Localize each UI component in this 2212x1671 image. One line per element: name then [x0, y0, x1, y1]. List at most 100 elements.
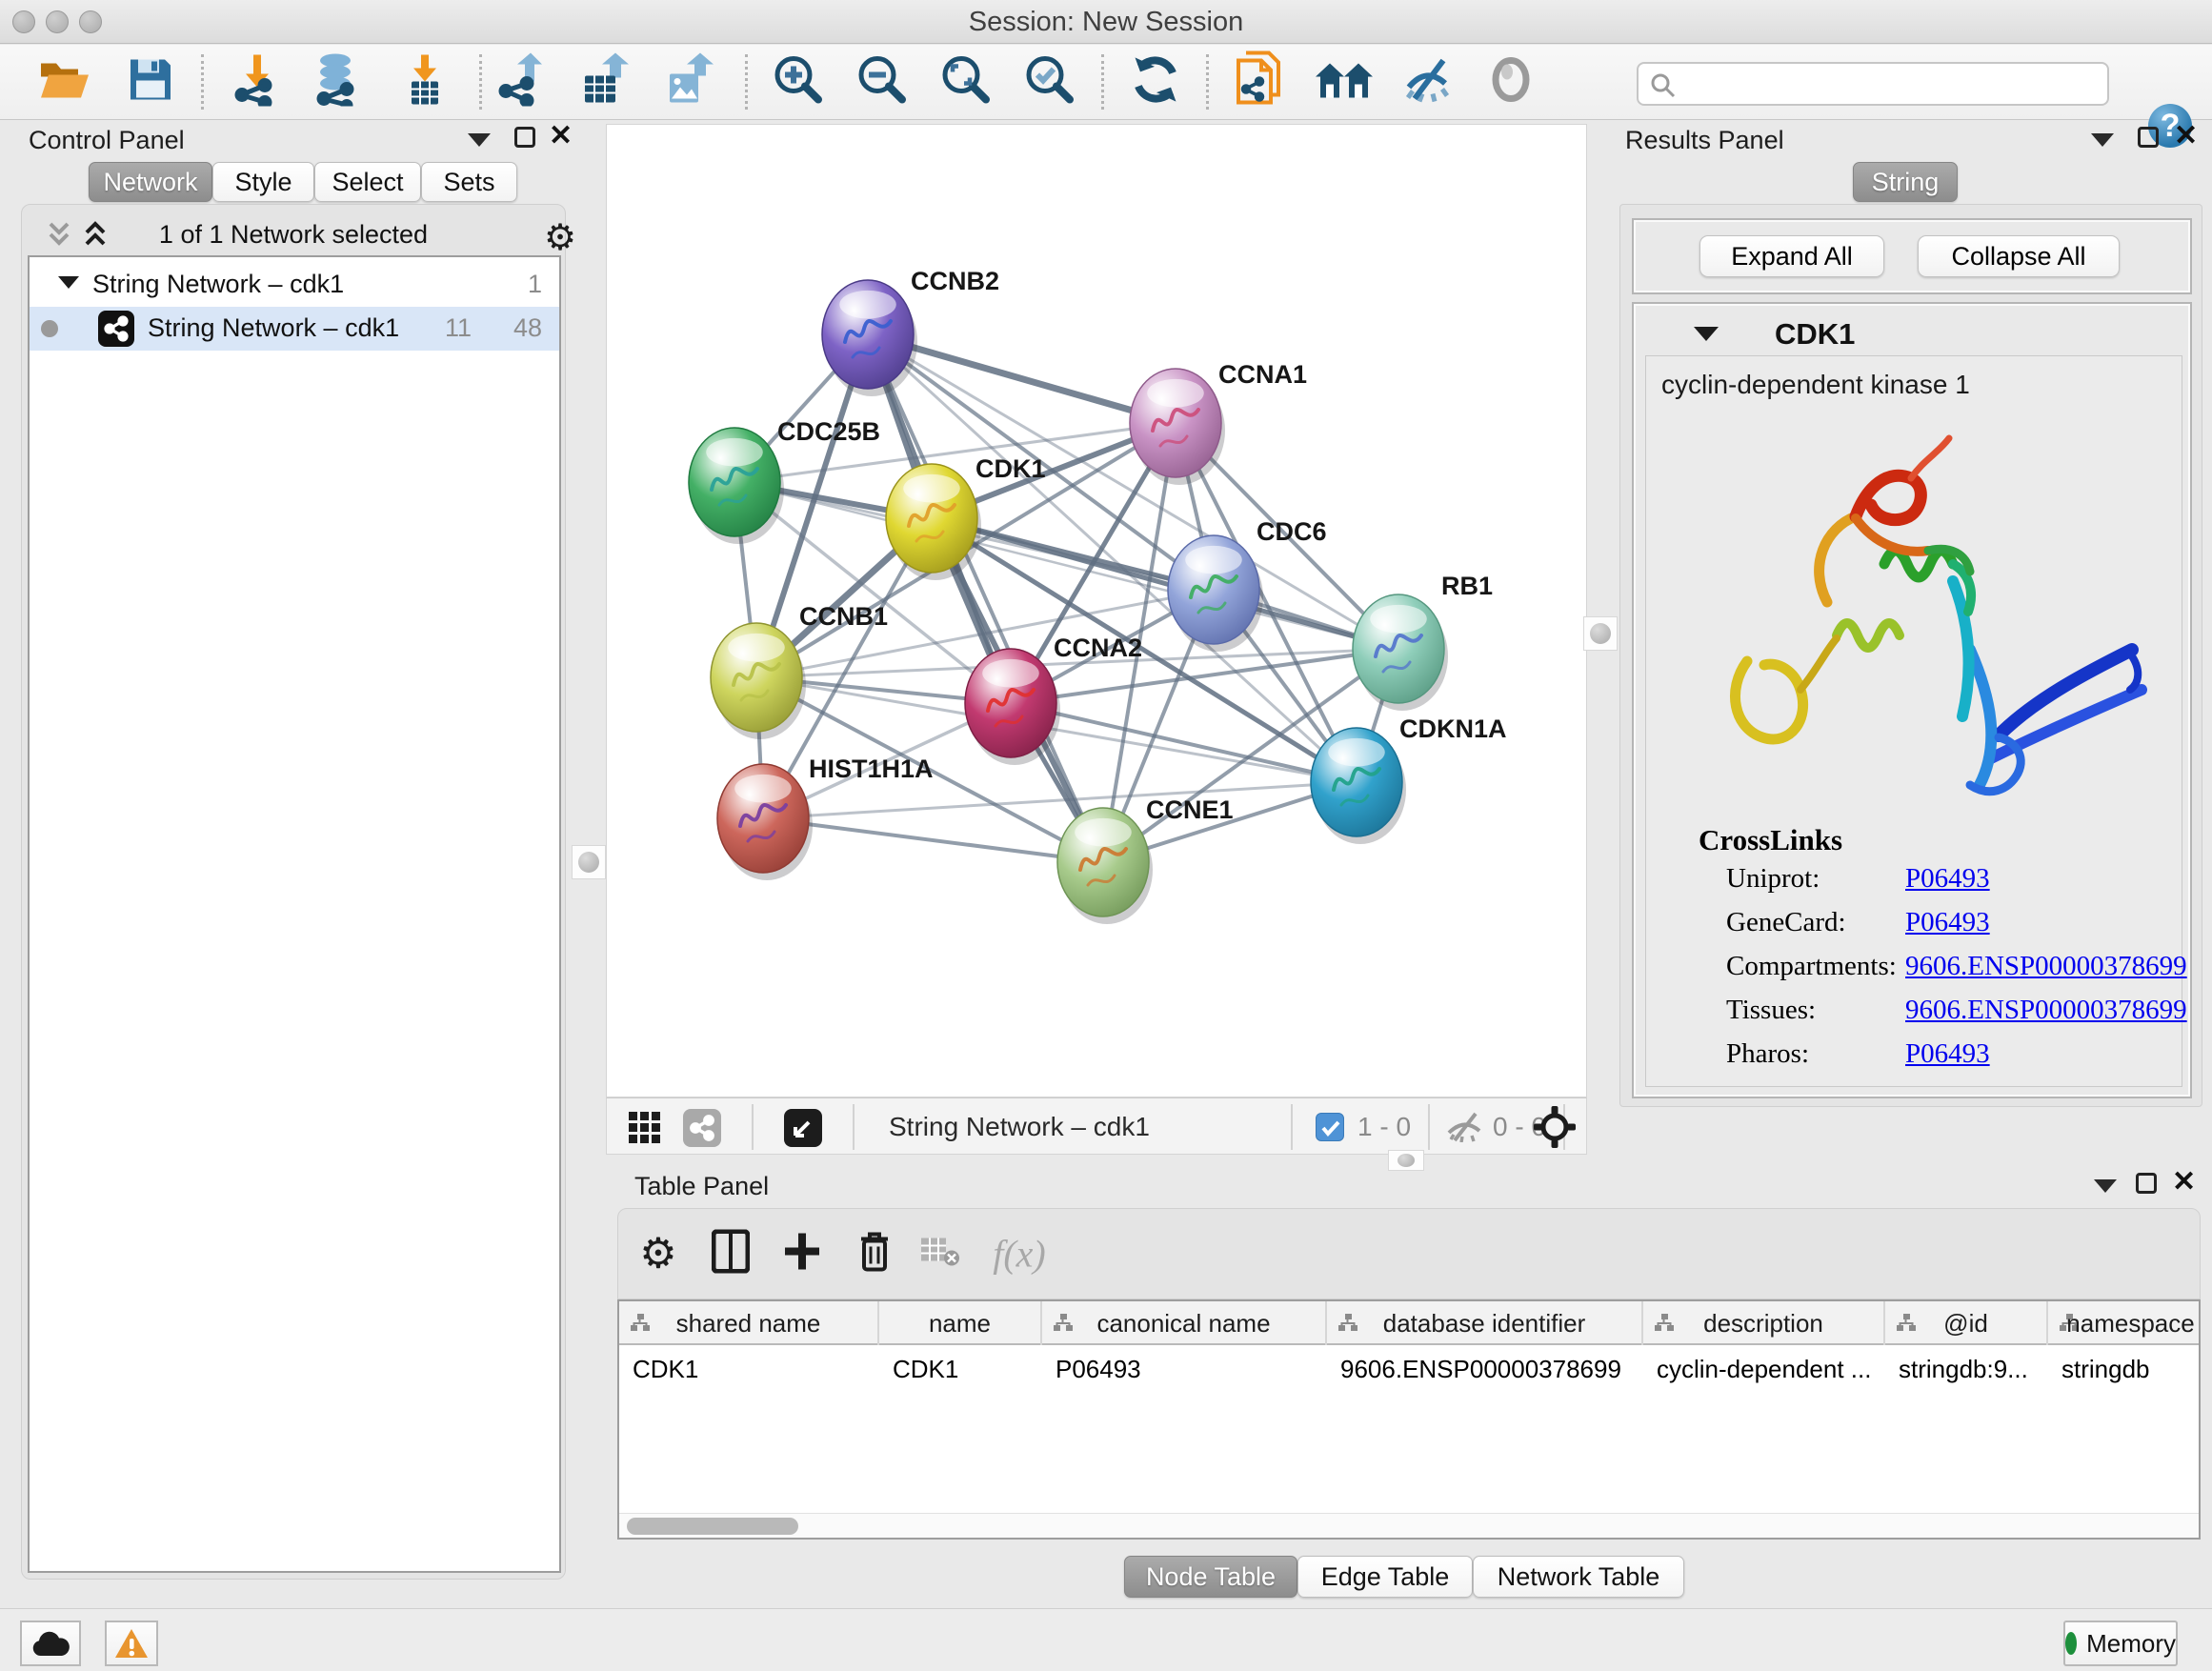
network-graph[interactable]: CCNB2CCNA1CDC25BCDK1CDC6RB1CCNB1CCNA2CDK…: [607, 125, 1586, 1097]
toolbar-separator: [1206, 54, 1209, 110]
graph-node-CCNB2[interactable]: CCNB2: [822, 267, 999, 396]
column-header-namespace[interactable]: namespace: [2048, 1301, 2201, 1345]
column-header-description[interactable]: description: [1643, 1301, 1885, 1345]
table-panel-menu-button[interactable]: [2094, 1179, 2117, 1193]
expand-all-button[interactable]: Expand All: [1699, 235, 1884, 277]
crosslink-uniprot-link[interactable]: P06493: [1905, 863, 1990, 895]
eye-icon[interactable]: [1487, 56, 1535, 109]
table-cell[interactable]: CDK1: [879, 1347, 1042, 1391]
crosslink-genecard-link[interactable]: P06493: [1905, 907, 1990, 938]
selected-nodes-checkbox[interactable]: [1316, 1113, 1344, 1141]
open-session-icon[interactable]: [37, 56, 92, 109]
show-hide-icon[interactable]: [1401, 55, 1455, 110]
table-cell[interactable]: P06493: [1042, 1347, 1327, 1391]
crosslink-compartments-link[interactable]: 9606.ENSP00000378699: [1905, 951, 2187, 982]
graph-node-HIST1H1A[interactable]: HIST1H1A: [717, 755, 934, 880]
results-panel-close-button[interactable]: ✕: [2174, 126, 2198, 147]
import-network-icon[interactable]: [232, 53, 282, 111]
network-row[interactable]: String Network – cdk1 11 48: [30, 307, 559, 351]
collapse-all-button[interactable]: Collapse All: [1918, 235, 2120, 277]
network-list-container: 1 of 1 Network selected ⚙ String Network…: [21, 204, 566, 1580]
detach-view-icon[interactable]: [784, 1109, 822, 1147]
column-header-shared-name[interactable]: shared name: [619, 1301, 879, 1345]
graph-node-CCNA2[interactable]: CCNA2: [965, 634, 1142, 765]
search-box[interactable]: [1637, 62, 2109, 106]
zoom-selected-icon[interactable]: [1023, 53, 1076, 111]
refresh-icon[interactable]: [1130, 54, 1181, 111]
graph-node-label: CCNA1: [1218, 360, 1307, 389]
network-view[interactable]: CCNB2CCNA1CDC25BCDK1CDC6RB1CCNB1CCNA2CDK…: [606, 124, 1587, 1097]
add-column-icon[interactable]: [783, 1230, 821, 1278]
bottom-splitter-handle[interactable]: [1388, 1150, 1424, 1171]
string-document-icon[interactable]: [1235, 51, 1284, 113]
scrollbar-thumb[interactable]: [627, 1518, 798, 1535]
control-panel-float-button[interactable]: [514, 127, 535, 148]
graph-node-CCNB1[interactable]: CCNB1: [711, 602, 888, 739]
network-options-gear-icon[interactable]: ⚙: [544, 216, 576, 259]
tab-node-table[interactable]: Node Table: [1124, 1556, 1297, 1598]
protein-collapse-arrow-icon[interactable]: [1694, 327, 1719, 341]
table-panel: Table Panel ✕ ⚙ f(x) shared namenamecano…: [606, 1172, 2212, 1608]
table-cell[interactable]: 9606.ENSP00000378699: [1327, 1347, 1643, 1391]
delete-table-icon[interactable]: [920, 1236, 960, 1273]
network-collection-row[interactable]: String Network – cdk1 1: [30, 263, 559, 307]
table-gear-icon[interactable]: ⚙: [639, 1230, 676, 1278]
zoom-in-icon[interactable]: [772, 53, 825, 111]
hidden-eye-slash-icon[interactable]: [1445, 1112, 1483, 1147]
warning-status-button[interactable]: [105, 1621, 158, 1666]
crosslink-tissues-link[interactable]: 9606.ENSP00000378699: [1905, 995, 2187, 1026]
import-network-from-database-icon[interactable]: [311, 53, 364, 111]
cloud-status-button[interactable]: [20, 1621, 81, 1666]
node-table[interactable]: shared namenamecanonical namedatabase id…: [617, 1299, 2201, 1540]
column-header-canonical-name[interactable]: canonical name: [1042, 1301, 1327, 1345]
results-panel-menu-button[interactable]: [2091, 133, 2114, 147]
export-table-icon[interactable]: [581, 53, 633, 111]
table-cell[interactable]: cyclin-dependent ...: [1643, 1347, 1885, 1391]
column-header-database-identifier[interactable]: database identifier: [1327, 1301, 1643, 1345]
delete-column-icon[interactable]: [857, 1230, 892, 1278]
control-panel-close-button[interactable]: ✕: [549, 126, 573, 147]
collection-count: 1: [528, 270, 542, 299]
tab-style[interactable]: Style: [212, 162, 314, 202]
table-panel-float-button[interactable]: [2136, 1173, 2157, 1194]
column-header-@id[interactable]: @id: [1885, 1301, 2048, 1345]
graph-node-CCNE1[interactable]: CCNE1: [1057, 795, 1234, 924]
crosslink-pharos-link[interactable]: P06493: [1905, 1038, 1990, 1070]
control-panel-menu-button[interactable]: [468, 133, 491, 147]
function-builder-icon[interactable]: f(x): [993, 1232, 1046, 1277]
graph-node-RB1[interactable]: RB1: [1353, 572, 1493, 711]
table-horizontal-scrollbar[interactable]: [619, 1513, 2199, 1538]
graph-node-CDC6[interactable]: CDC6: [1168, 517, 1327, 652]
graph-node-CDC25B[interactable]: CDC25B: [689, 417, 880, 544]
tab-network[interactable]: Network: [89, 162, 212, 202]
tab-string[interactable]: String: [1853, 162, 1958, 202]
tab-network-table[interactable]: Network Table: [1473, 1556, 1684, 1598]
zoom-out-icon[interactable]: [855, 53, 909, 111]
show-columns-icon[interactable]: [712, 1230, 750, 1278]
protein-result-box: CDK1 cyclin-dependent kinase 1: [1632, 302, 2192, 1098]
tab-edge-table[interactable]: Edge Table: [1297, 1556, 1473, 1598]
string-home-icon[interactable]: [1314, 56, 1375, 109]
search-input[interactable]: [1684, 66, 2094, 102]
results-panel-float-button[interactable]: [2138, 127, 2159, 148]
save-session-icon[interactable]: [127, 56, 174, 109]
grid-view-icon[interactable]: [628, 1111, 662, 1150]
table-cell[interactable]: stringdb:9...: [1885, 1347, 2048, 1391]
export-image-icon[interactable]: [664, 53, 715, 111]
left-splitter-handle[interactable]: [572, 845, 606, 879]
zoom-fit-icon[interactable]: [939, 53, 993, 111]
table-panel-close-button[interactable]: ✕: [2172, 1172, 2196, 1193]
table-cell[interactable]: CDK1: [619, 1347, 879, 1391]
column-header-name[interactable]: name: [879, 1301, 1042, 1345]
collection-expand-arrow-icon[interactable]: [58, 276, 79, 289]
export-network-icon[interactable]: [498, 53, 548, 111]
table-cell[interactable]: stringdb: [2048, 1347, 2201, 1391]
crosslink-label: GeneCard:: [1726, 907, 1846, 938]
network-share-view-icon[interactable]: [683, 1109, 721, 1147]
birdseye-crosshair-icon[interactable]: [1533, 1105, 1577, 1154]
graph-node-CDKN1A[interactable]: CDKN1A: [1311, 715, 1507, 844]
import-table-icon[interactable]: [400, 53, 450, 111]
tab-sets[interactable]: Sets: [421, 162, 517, 202]
memory-button[interactable]: Memory: [2063, 1621, 2178, 1666]
tab-select[interactable]: Select: [314, 162, 421, 202]
